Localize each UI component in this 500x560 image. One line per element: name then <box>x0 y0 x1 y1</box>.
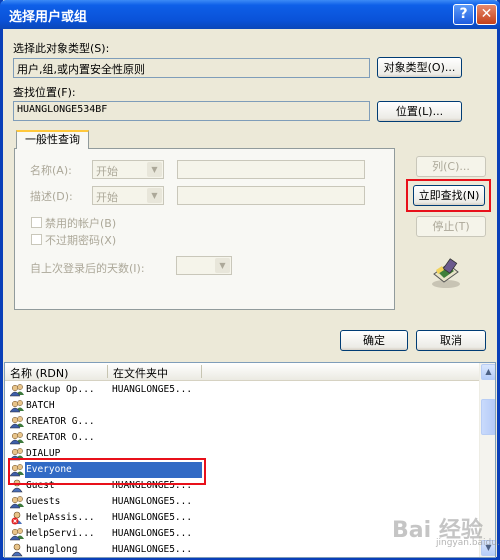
group-icon <box>9 415 26 429</box>
item-name: HelpServi... <box>26 528 95 539</box>
list-item[interactable]: huanglong HUANGLONGE5... <box>5 542 479 557</box>
object-type-field: 用户,组,或内置安全性原则 <box>13 58 370 78</box>
watermark-url: jingyan.baidu.com <box>436 538 500 548</box>
search-flashlight-icon <box>432 258 460 288</box>
item-name: BATCH <box>26 400 55 411</box>
disabled-accounts-label: 禁用的帐户(B) <box>45 217 117 230</box>
item-name: Backup Op... <box>26 384 95 395</box>
item-folder: HUANGLONGE5... <box>112 528 193 539</box>
find-now-highlight <box>406 179 491 212</box>
description-operator-select[interactable]: 开始 ▼ <box>92 186 164 205</box>
close-button[interactable]: ✕ <box>476 4 497 25</box>
stop-button[interactable]: 停止(T) <box>416 216 486 237</box>
scroll-up-button[interactable]: ▲ <box>481 364 495 380</box>
columns-button[interactable]: 列(C)... <box>416 156 486 177</box>
user-icon <box>10 543 26 557</box>
tab-general-query[interactable]: 一般性查询 <box>16 130 89 149</box>
item-name: HelpAssis... <box>26 512 95 523</box>
item-name: CREATOR O... <box>26 432 95 443</box>
item-name: CREATOR G... <box>26 416 95 427</box>
ok-button[interactable]: 确定 <box>340 330 408 351</box>
column-divider[interactable] <box>107 365 108 378</box>
group-icon <box>9 399 26 413</box>
locations-button[interactable]: 位置(L)... <box>377 101 462 122</box>
disabled-accounts-checkbox[interactable] <box>31 217 42 228</box>
column-divider[interactable] <box>201 365 202 378</box>
days-since-logon-label: 自上次登录后的天数(I): <box>30 262 145 275</box>
dialog-title: 选择用户或组 <box>9 10 88 25</box>
list-item[interactable]: CREATOR O... <box>5 430 479 446</box>
chevron-down-icon: ▼ <box>215 258 230 273</box>
location-label: 查找位置(F): <box>13 86 76 99</box>
item-name: Guests <box>26 496 61 507</box>
name-input[interactable] <box>177 160 365 179</box>
group-icon <box>9 431 26 445</box>
object-type-label: 选择此对象类型(S): <box>13 42 110 55</box>
item-folder: HUANGLONGE5... <box>112 544 193 555</box>
group-icon <box>9 495 26 509</box>
item-folder: HUANGLONGE5... <box>112 512 193 523</box>
list-item[interactable]: Guests HUANGLONGE5... <box>5 494 479 510</box>
description-operator-value: 开始 <box>96 191 118 204</box>
group-icon <box>9 383 26 397</box>
chevron-down-icon: ▼ <box>147 188 162 203</box>
no-expire-password-label: 不过期密码(X) <box>45 234 117 247</box>
days-since-logon-select[interactable]: ▼ <box>176 256 232 275</box>
help-button[interactable]: ? <box>453 4 474 25</box>
everyone-highlight <box>8 458 206 485</box>
group-icon <box>9 527 26 541</box>
title-bar[interactable]: 选择用户或组 ? ✕ <box>0 0 500 29</box>
name-operator-select[interactable]: 开始 ▼ <box>92 160 164 179</box>
object-types-button[interactable]: 对象类型(O)... <box>377 57 462 78</box>
chevron-down-icon: ▼ <box>147 162 162 177</box>
list-item[interactable]: BATCH <box>5 398 479 414</box>
no-expire-password-checkbox[interactable] <box>31 234 42 245</box>
list-header: 名称 (RDN) 在文件夹中 <box>5 363 479 381</box>
item-folder: HUANGLONGE5... <box>112 384 193 395</box>
name-operator-value: 开始 <box>96 165 118 178</box>
column-header-folder[interactable]: 在文件夹中 <box>113 365 168 381</box>
list-item[interactable]: Backup Op... HUANGLONGE5... <box>5 382 479 398</box>
scroll-thumb[interactable] <box>481 399 495 435</box>
location-field: HUANGLONGE534BF <box>13 101 370 121</box>
disabled-user-icon <box>10 511 26 525</box>
cancel-button[interactable]: 取消 <box>416 330 486 351</box>
list-item[interactable]: CREATOR G... <box>5 414 479 430</box>
description-label: 描述(D): <box>30 190 73 203</box>
item-name: huanglong <box>26 544 78 555</box>
column-header-name[interactable]: 名称 (RDN) <box>10 365 68 381</box>
description-input[interactable] <box>177 186 365 205</box>
item-folder: HUANGLONGE5... <box>112 496 193 507</box>
name-label: 名称(A): <box>30 164 72 177</box>
